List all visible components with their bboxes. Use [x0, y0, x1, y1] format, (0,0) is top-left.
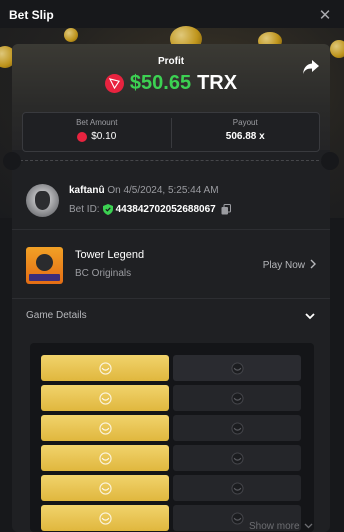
payout-label: Payout [232, 118, 258, 127]
coin-decoration [330, 40, 344, 58]
game-thumbnail[interactable] [26, 247, 63, 284]
game-row[interactable]: Tower Legend BC Originals Play Now [26, 246, 318, 284]
tower-tile-gold[interactable] [41, 385, 169, 411]
dashed-divider [20, 160, 324, 161]
coin-decoration [64, 28, 78, 42]
banana-outline-icon [230, 451, 244, 465]
share-icon[interactable] [302, 59, 320, 75]
bet-amount-label: Bet Amount [76, 118, 118, 127]
banana-icon [98, 361, 112, 375]
ticket-notch-right [321, 152, 339, 170]
bet-amount-value: $0.10 [91, 131, 117, 142]
banana-icon [98, 421, 112, 435]
profit-row: $50.65 TRX [12, 72, 330, 95]
shield-icon [102, 204, 113, 215]
divider [12, 229, 330, 230]
banana-outline-icon [230, 361, 244, 375]
tower-tile-gold[interactable] [41, 475, 169, 501]
bet-amount-value-row: $0.10 [23, 131, 171, 142]
chevron-down-icon [304, 521, 313, 532]
username[interactable]: kaftanû [69, 185, 105, 196]
show-more-link[interactable]: Show more [249, 521, 313, 532]
game-name: Tower Legend [75, 249, 145, 261]
bet-timestamp: On 4/5/2024, 5:25:44 AM [107, 185, 219, 196]
bet-amount-stat: Bet Amount $0.10 [23, 113, 171, 151]
trx-icon [77, 131, 88, 142]
avatar[interactable] [26, 184, 59, 217]
bet-stats: Bet Amount $0.10 Payout 506.88 x [22, 112, 320, 152]
banana-outline-icon [230, 481, 244, 495]
divider [12, 298, 330, 299]
profit-amount: $50.65 [129, 72, 192, 94]
game-details-toggle[interactable]: Game Details [26, 306, 318, 326]
banana-outline-icon [230, 421, 244, 435]
tower-board [30, 343, 314, 532]
play-now-label: Play Now [262, 260, 305, 271]
tower-tile-dark[interactable] [173, 385, 301, 411]
trx-icon [104, 74, 124, 93]
tower-tile-gold[interactable] [41, 505, 169, 531]
tower-tile-dark[interactable] [173, 355, 301, 381]
copy-icon[interactable] [221, 204, 231, 215]
ticket-notch-left [3, 152, 21, 170]
payout-stat: Payout 506.88 x [172, 113, 320, 151]
bet-id-label: Bet ID: [69, 204, 100, 215]
play-now-link[interactable]: Play Now [263, 259, 316, 272]
game-provider: BC Originals [75, 268, 132, 279]
tower-tile-gold[interactable] [41, 415, 169, 441]
chevron-right-icon [310, 259, 316, 272]
profit-label: Profit [157, 56, 185, 67]
banana-icon [98, 391, 112, 405]
chevron-down-icon [304, 309, 316, 321]
title-bar: Bet Slip ✕ [0, 0, 344, 30]
banana-outline-icon [230, 511, 244, 525]
tower-tile-dark[interactable] [173, 415, 301, 441]
tower-tile-gold[interactable] [41, 445, 169, 471]
bet-id-row: Bet ID: 443842702052688067 [69, 204, 231, 215]
close-icon[interactable]: ✕ [317, 7, 333, 24]
tower-tile-dark[interactable] [173, 475, 301, 501]
user-line: kaftanû On 4/5/2024, 5:25:44 AM [69, 185, 219, 196]
game-details-label: Game Details [26, 310, 87, 321]
payout-value: 506.88 x [225, 131, 265, 142]
banana-outline-icon [230, 391, 244, 405]
tower-tile-gold[interactable] [41, 355, 169, 381]
banana-icon [98, 511, 112, 525]
show-more-label: Show more [249, 521, 300, 532]
page-title: Bet Slip [9, 8, 54, 22]
tower-tile-dark[interactable] [173, 445, 301, 471]
profit-currency: TRX [197, 72, 238, 94]
bet-id-value: 443842702052688067 [115, 204, 216, 215]
banana-icon [98, 481, 112, 495]
banana-icon [98, 451, 112, 465]
